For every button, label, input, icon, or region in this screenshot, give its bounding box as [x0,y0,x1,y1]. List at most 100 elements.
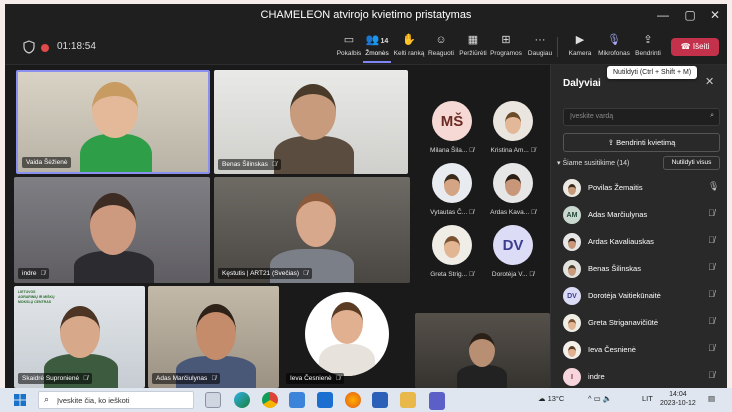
video-tile-kestutis[interactable]: Kęstutis | ART21 (Svečias) 🎙̸ [214,177,410,283]
minimize-button[interactable]: — [654,8,672,22]
more-button[interactable]: ··· Daugiau [520,33,560,57]
participant-greta[interactable]: Greta Strig... 🎙̸ [424,225,480,278]
muted-icon: 🎙̸ [468,209,474,216]
recording-icon [41,44,49,52]
close-icon[interactable]: ✕ [705,75,714,88]
muted-icon[interactable]: 🎙̸ [708,343,715,353]
muted-icon[interactable]: 🎙̸ [708,289,715,299]
weather-widget[interactable]: ☁ 13°C [538,394,564,403]
volume-icon: 🔈 [602,394,613,403]
maximize-button[interactable]: ▢ [681,8,699,22]
participant-row[interactable]: Benas Šilinskas 🎙̸ [563,259,723,279]
task-view-icon[interactable] [205,392,221,408]
muted-icon[interactable]: 🎙̸ [708,235,715,245]
avatar: DV [563,287,581,305]
participant-milana[interactable]: MŠ Milana Šila... 🎙̸ [424,101,480,154]
organization-logo: LIETUVOS AGRARINIŲ IR MIŠKŲ MOKSLŲ CENTRAS [18,290,55,304]
muted-icon: 🎙̸ [335,375,341,382]
cloud-icon: ☁ [538,394,546,403]
chrome-icon[interactable] [262,392,278,408]
search-icon: ⌕ [710,112,714,119]
video-tile-ieva[interactable]: Ieva Česnienė 🎙̸ [282,286,412,388]
shield-icon[interactable] [23,40,35,54]
participant-name: Ardas Kava... 🎙̸ [490,209,536,216]
participant-row[interactable]: Povilas Žemaitis 🎙 [563,178,723,198]
video-tile-benas[interactable]: Benas Šilinskas 🎙̸ [214,70,408,174]
title-bar: CHAMELEON atvirojo kvietimo pristatymas … [5,4,727,28]
close-button[interactable]: ✕ [706,8,724,22]
self-video-tile[interactable] [415,313,550,388]
muted-icon: 🎙̸ [303,270,308,277]
avatar [563,341,581,359]
video-tile-skaidre[interactable]: LIETUVOS AGRARINIŲ IR MIŠKŲ MOKSLŲ CENTRAS… [14,286,145,388]
muted-icon: 🎙̸ [40,270,46,277]
windows-start-icon[interactable] [14,394,26,406]
participant-name: Vaida Šėžienė [22,157,72,168]
word-icon[interactable] [372,392,388,408]
avatar [432,163,472,203]
video-stage: Vaida Šėžienė Benas Šilinskas 🎙̸ indre 🎙̸ … [5,65,550,388]
panel-title: Dalyviai [563,78,601,89]
participant-search-input[interactable]: Įveskite vardą ⌕ [563,108,720,126]
participant-row[interactable]: DV Dorotėja Vaitiekūnaitė 🎙̸ [563,286,723,306]
participant-kristina[interactable]: Kristina Am... 🎙̸ [485,101,541,154]
teams-icon[interactable] [429,392,445,408]
participant-doroteja[interactable]: DV Dorotėja V... 🎙̸ [485,225,541,278]
meeting-toolbar: 01:18:54 ▭ Pokalbis 👥14 Žmonės ✋ Kelti r… [5,28,727,65]
tray-icons[interactable]: ^ ▭ 🔈 [588,394,612,403]
mute-all-button[interactable]: Nutildyti visus [663,156,720,170]
windows-taskbar: ⌕ Įveskite čia, ko ieškoti ☁ 13°C ^ ▭ 🔈 … [0,388,732,412]
notification-icon[interactable]: ▤ [708,394,715,403]
muted-icon: 🎙̸ [529,271,535,278]
avatar [563,260,581,278]
leave-button[interactable]: ☎ Išeiti [671,38,719,56]
participant-name: Kristina Am... 🎙̸ [490,147,536,154]
muted-icon[interactable]: 🎙̸ [708,370,715,380]
file-explorer-icon[interactable] [400,392,416,408]
microphone-icon[interactable]: 🎙 [708,181,719,192]
mail-icon[interactable] [317,392,333,408]
avatar [563,314,581,332]
taskbar-search-input[interactable]: ⌕ Įveskite čia, ko ieškoti [38,391,194,409]
participant-row[interactable]: Ieva Česnienė 🎙̸ [563,340,723,360]
more-icon: ··· [534,34,546,46]
language-indicator[interactable]: LIT [642,394,653,403]
participant-name: Kęstutis | ART21 (Svečias) 🎙̸ [218,268,312,279]
share-invite-button[interactable]: ⇪ Bendrinti kvietimą [563,133,720,152]
search-icon: ⌕ [44,394,50,404]
store-icon[interactable] [289,392,305,408]
muted-icon: 🎙̸ [469,147,474,154]
participant-name: Greta Strig... 🎙̸ [430,271,474,278]
participant-ardas[interactable]: Ardas Kava... 🎙̸ [485,163,541,216]
avatar: AM [563,206,581,224]
share-icon: ⇪ [643,34,653,46]
participant-row[interactable]: AM Adas Marčiulynas 🎙̸ [563,205,723,225]
muted-icon: 🎙̸ [468,271,474,278]
chevron-down-icon: ▾ [557,160,561,167]
participant-row[interactable]: Greta Striganavičiūtė 🎙̸ [563,313,723,333]
section-header[interactable]: ▾ Šiame susitikime (14) [557,159,629,167]
muted-icon[interactable]: 🎙̸ [708,208,715,218]
participant-name: Milana Šila... 🎙̸ [430,147,474,154]
muted-icon: 🎙̸ [271,161,277,168]
participant-name: Skaidrė Supronienė 🎙̸ [18,373,92,384]
participant-name: Dorotėja V... 🎙̸ [491,271,535,278]
network-icon: ▭ [593,394,601,403]
firefox-icon[interactable] [345,392,361,408]
participant-row[interactable]: Ardas Kavaliauskas 🎙̸ [563,232,723,252]
video-tile-indre[interactable]: indre 🎙̸ [14,177,210,283]
participants-panel: Dalyviai ✕ Įveskite vardą ⌕ ⇪ Bendrinti … [550,65,727,388]
participant-row[interactable]: I indre 🎙̸ [563,367,723,387]
video-tile-adas[interactable]: Adas Marčiulynas 🎙̸ [148,286,279,388]
avatar [563,179,581,197]
clock[interactable]: 14:04 2023-10-12 [660,390,696,408]
muted-icon[interactable]: 🎙̸ [708,262,715,272]
muted-icon: 🎙̸ [83,375,88,382]
muted-icon[interactable]: 🎙̸ [708,316,715,326]
participant-name: Ieva Česnienė 🎙̸ [286,373,345,384]
avatar: DV [493,225,533,265]
share-button[interactable]: ⇪ Bendrinti [628,33,668,57]
video-tile-vaida[interactable]: Vaida Šėžienė [16,70,210,174]
edge-icon[interactable] [234,392,250,408]
participant-vytautas[interactable]: Vytautas Č... 🎙̸ [424,163,480,216]
